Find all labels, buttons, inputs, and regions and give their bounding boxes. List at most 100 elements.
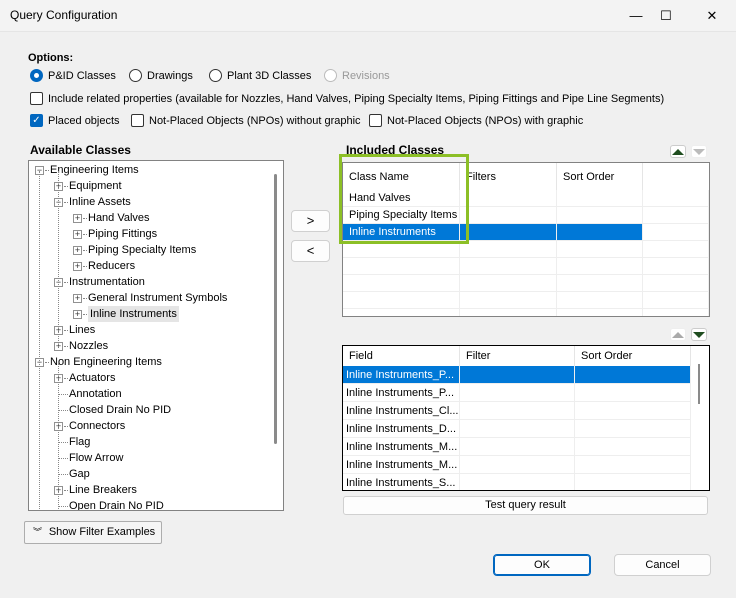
table-cell[interactable] xyxy=(460,402,575,420)
test-query-button[interactable]: Test query result xyxy=(343,496,708,515)
fields-scroll-thumb[interactable] xyxy=(698,364,700,404)
table-cell[interactable]: Inline Instruments_Cl... xyxy=(343,402,460,420)
tree-item[interactable]: Lines xyxy=(69,322,95,338)
move-down-button[interactable] xyxy=(691,145,707,158)
table-cell[interactable] xyxy=(460,474,575,490)
table-cell[interactable] xyxy=(575,420,691,438)
tree-connector xyxy=(64,378,68,379)
tree-item[interactable]: Non Engineering Items xyxy=(50,354,162,370)
table-cell[interactable]: Inline Instruments_P... xyxy=(343,366,460,384)
table-cell[interactable]: Inline Instruments_D... xyxy=(343,420,460,438)
maximize-button[interactable]: ☐ xyxy=(646,0,686,32)
tree-expander-plus-icon[interactable]: + xyxy=(73,310,82,319)
tree-item[interactable]: Engineering Items xyxy=(50,162,139,178)
tree-item[interactable]: Flow Arrow xyxy=(69,450,123,466)
tree-item[interactable]: Hand Valves xyxy=(88,210,150,226)
cancel-button[interactable]: Cancel xyxy=(614,554,711,576)
tree-item[interactable]: Connectors xyxy=(69,418,125,434)
table-cell xyxy=(557,258,643,275)
tree-item[interactable]: Nozzles xyxy=(69,338,108,354)
tree-item[interactable]: Instrumentation xyxy=(69,274,145,290)
arrow-up-icon xyxy=(672,149,684,155)
close-button[interactable]: ✕ xyxy=(692,0,732,32)
tree-expander-plus-icon[interactable]: + xyxy=(73,246,82,255)
tree-connector xyxy=(64,186,68,187)
table-cell[interactable] xyxy=(643,224,709,241)
radio-revisions[interactable] xyxy=(324,69,337,82)
table-cell[interactable] xyxy=(460,190,557,207)
table-cell[interactable] xyxy=(557,224,643,241)
table-cell[interactable] xyxy=(460,438,575,456)
show-filter-label: Show Filter Examples xyxy=(48,526,156,538)
field-move-up-button[interactable] xyxy=(670,328,686,341)
tree-scrollbar[interactable] xyxy=(268,161,283,510)
tree-item[interactable]: Inline Instruments xyxy=(88,306,179,322)
table-cell[interactable] xyxy=(460,207,557,224)
tree-scroll-thumb[interactable] xyxy=(274,174,277,444)
table-cell[interactable] xyxy=(575,438,691,456)
table-cell[interactable] xyxy=(460,224,557,241)
column-header[interactable]: Filters xyxy=(460,163,557,191)
table-cell[interactable] xyxy=(575,384,691,402)
table-cell[interactable] xyxy=(575,474,691,490)
tree-item[interactable]: Inline Assets xyxy=(69,194,131,210)
table-cell[interactable]: Inline Instruments_M... xyxy=(343,456,460,474)
tree-item[interactable]: Flag xyxy=(69,434,90,450)
npo-with-checkbox[interactable] xyxy=(369,114,382,127)
table-cell[interactable] xyxy=(460,420,575,438)
table-cell[interactable]: Inline Instruments_S... xyxy=(343,474,460,490)
table-cell[interactable] xyxy=(557,207,643,224)
column-header[interactable]: Filter xyxy=(460,346,575,366)
remove-class-button[interactable]: < xyxy=(291,240,330,262)
tree-expander-plus-icon[interactable]: + xyxy=(73,294,82,303)
column-header[interactable]: Field xyxy=(343,346,460,366)
table-cell[interactable]: Inline Instruments_M... xyxy=(343,438,460,456)
tree-item[interactable]: General Instrument Symbols xyxy=(88,290,227,306)
table-cell[interactable] xyxy=(460,456,575,474)
tree-item[interactable]: Equipment xyxy=(69,178,122,194)
table-cell xyxy=(557,292,643,309)
tree-expander-plus-icon[interactable]: + xyxy=(73,262,82,271)
radio-pid-classes[interactable] xyxy=(30,69,43,82)
tree-expander-plus-icon[interactable]: + xyxy=(73,214,82,223)
column-header[interactable]: Sort Order xyxy=(575,346,691,366)
tree-connector xyxy=(83,298,87,299)
table-cell[interactable] xyxy=(575,402,691,420)
field-move-down-button[interactable] xyxy=(691,328,707,341)
table-cell[interactable] xyxy=(460,384,575,402)
radio-plant3d[interactable] xyxy=(209,69,222,82)
npo-with-label: Not-Placed Objects (NPOs) with graphic xyxy=(387,115,584,127)
tree-connector xyxy=(58,442,68,443)
tree-item[interactable]: Piping Specialty Items xyxy=(88,242,196,258)
add-class-button[interactable]: > xyxy=(291,210,330,232)
table-cell[interactable] xyxy=(643,207,709,224)
radio-drawings[interactable] xyxy=(129,69,142,82)
tree-item[interactable]: Piping Fittings xyxy=(88,226,157,242)
table-cell[interactable] xyxy=(460,366,575,384)
ok-button[interactable]: OK xyxy=(493,554,591,576)
table-cell[interactable] xyxy=(575,366,691,384)
include-related-checkbox[interactable] xyxy=(30,92,43,105)
show-filter-examples-button[interactable]: ︾ Show Filter Examples xyxy=(24,521,162,544)
tree-item[interactable]: Closed Drain No PID xyxy=(69,402,171,418)
tree-item[interactable]: Reducers xyxy=(88,258,135,274)
column-header[interactable]: Sort Order xyxy=(557,163,643,191)
tree-expander-plus-icon[interactable]: + xyxy=(73,230,82,239)
move-up-button[interactable] xyxy=(670,145,686,158)
tree-item[interactable]: Actuators xyxy=(69,370,115,386)
table-cell[interactable]: Inline Instruments_P... xyxy=(343,384,460,402)
tree-item[interactable]: Gap xyxy=(69,466,90,482)
radio-plant3d-label: Plant 3D Classes xyxy=(227,70,312,82)
fields-table[interactable]: Field Filter Sort Order Inline Instruments_… xyxy=(342,345,710,491)
table-cell[interactable] xyxy=(643,190,709,207)
tree-item[interactable]: Line Breakers xyxy=(69,482,137,498)
tree-item[interactable]: Annotation xyxy=(69,386,122,402)
tree-connector xyxy=(58,410,68,411)
placed-objects-checkbox[interactable]: ✓ xyxy=(30,114,43,127)
available-classes-tree[interactable]: Engineering Items − Equipment + Inline Asset… xyxy=(28,160,284,511)
table-cell[interactable] xyxy=(575,456,691,474)
table-cell[interactable] xyxy=(557,190,643,207)
tree-item[interactable]: Open Drain No PID xyxy=(69,498,164,510)
npo-without-checkbox[interactable] xyxy=(131,114,144,127)
tree-connector xyxy=(64,330,68,331)
